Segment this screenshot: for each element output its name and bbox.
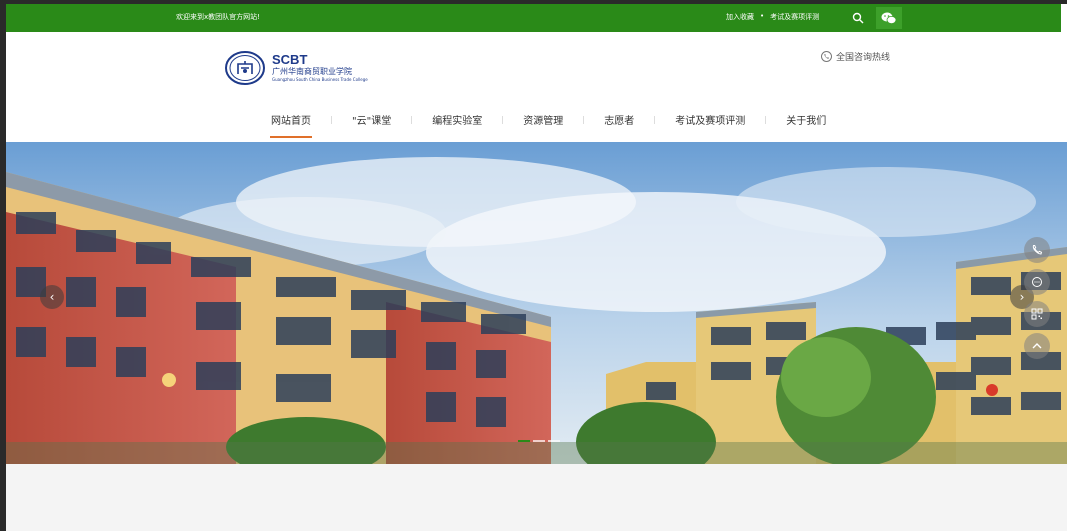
float-phone-button[interactable]	[1024, 237, 1050, 263]
nav-item-0[interactable]: 网站首页	[261, 112, 321, 138]
search-button[interactable]	[846, 6, 870, 30]
brand-text: SCBT 广州华南商贸职业学院 Guangzhou South China Bu…	[272, 53, 368, 83]
content-area	[6, 464, 1067, 531]
back-to-top-icon	[1032, 343, 1042, 349]
brand-chinese: 广州华南商贸职业学院	[272, 67, 352, 76]
carousel-dot[interactable]	[548, 440, 560, 442]
carousel-dot[interactable]	[518, 440, 530, 442]
nav-separator	[765, 115, 767, 124]
nav-item-1[interactable]: "云"课堂	[342, 112, 401, 127]
qrcode-icon	[1031, 308, 1043, 320]
top-links: 加入收藏 • 考试及赛项评测	[726, 12, 819, 22]
wechat-icon	[881, 12, 897, 24]
hotline: 全国咨询热线	[821, 50, 890, 63]
wechat-button[interactable]	[876, 7, 902, 29]
nav-separator	[411, 115, 413, 124]
carousel-dot[interactable]	[533, 440, 545, 442]
nav-separator	[502, 115, 504, 124]
nav-item-2[interactable]: 编程实验室	[422, 112, 492, 127]
float-top-button[interactable]	[1024, 333, 1050, 359]
chevron-left-icon: ‹	[49, 290, 55, 304]
nav-separator	[583, 115, 585, 124]
phone-icon	[1032, 245, 1043, 255]
floating-toolbar	[1024, 237, 1050, 359]
carousel-prev-button[interactable]: ‹	[40, 285, 64, 309]
search-icon	[852, 12, 864, 24]
float-qrcode-button[interactable]	[1024, 301, 1050, 327]
nav-item-6[interactable]: 关于我们	[776, 112, 836, 127]
hero-banner: ‹ ›	[6, 142, 1067, 464]
site-logo[interactable]: SCBT 广州华南商贸职业学院 Guangzhou South China Bu…	[224, 50, 368, 86]
exam-link[interactable]: 考试及赛项评测	[770, 12, 819, 22]
phone-icon	[821, 51, 832, 62]
nav-separator	[331, 115, 332, 124]
nav-item-3[interactable]: 资源管理	[513, 112, 573, 127]
brand-english: SCBT	[272, 52, 308, 67]
campus-photo	[6, 142, 1067, 464]
nav-separator	[654, 115, 656, 124]
site-header: SCBT 广州华南商贸职业学院 Guangzhou South China Bu…	[6, 32, 1061, 142]
chat-icon	[1032, 277, 1042, 287]
top-bar: 欢迎来到x教团队官方网站! 加入收藏 • 考试及赛项评测	[6, 4, 1061, 32]
nav-item-5[interactable]: 考试及赛项评测	[665, 112, 755, 127]
link-separator: •	[760, 12, 765, 20]
nav-item-4[interactable]: 志愿者	[594, 112, 644, 127]
hotline-label: 全国咨询热线	[836, 53, 891, 63]
bookmark-link[interactable]: 加入收藏	[726, 12, 754, 22]
welcome-text: 欢迎来到x教团队官方网站!	[176, 13, 260, 21]
carousel-indicator	[518, 440, 560, 442]
brand-subtitle: Guangzhou South China Business Trade Col…	[272, 77, 368, 82]
college-emblem-icon	[225, 51, 265, 85]
main-nav: 网站首页 "云"课堂 编程实验室 资源管理 志愿者 考试及赛项评测 关于我们	[261, 112, 836, 138]
float-chat-button[interactable]	[1024, 269, 1050, 295]
